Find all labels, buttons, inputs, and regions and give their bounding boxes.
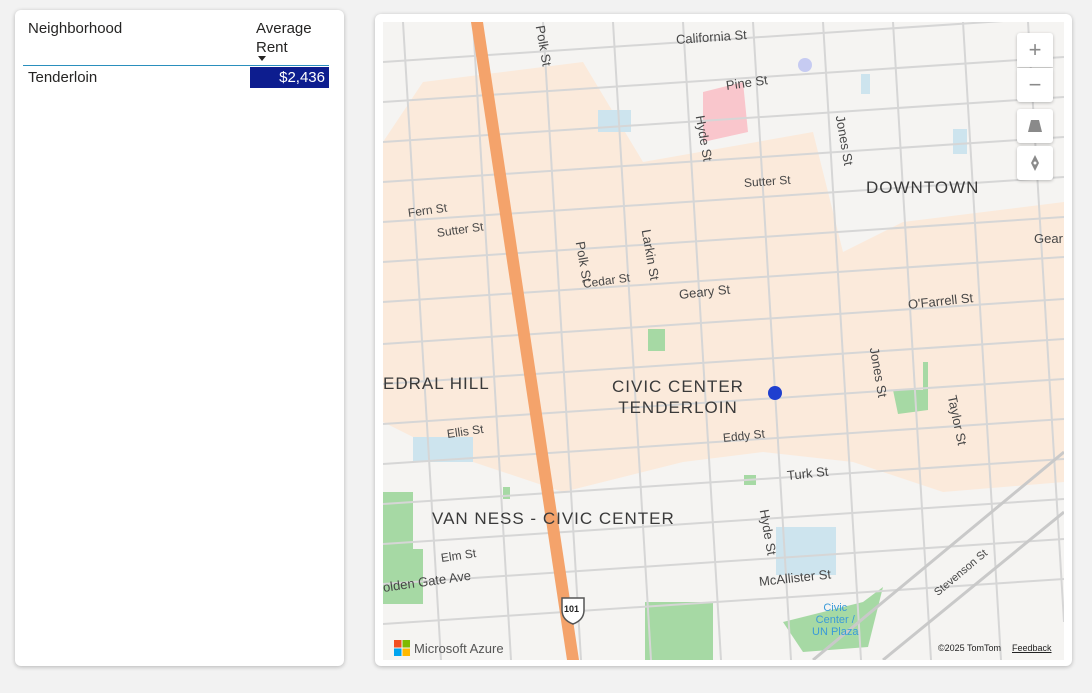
neighborhood-label: VAN NESS - CIVIC CENTER: [432, 509, 675, 528]
microsoft-azure-branding: Microsoft Azure: [394, 640, 504, 656]
table-cell-neighborhood[interactable]: Tenderloin: [28, 69, 97, 86]
copyright-text: ©2025 TomTom: [938, 643, 1001, 653]
pitch-icon: [1028, 120, 1042, 132]
column-header-average-rent[interactable]: Average Rent: [256, 19, 326, 57]
column-header-neighborhood[interactable]: Neighborhood: [28, 19, 122, 38]
plus-icon: +: [1028, 37, 1042, 62]
minus-icon: −: [1028, 72, 1042, 97]
neighborhood-label: CIVIC CENTER TENDERLOIN: [612, 377, 744, 417]
street-label: Gear: [1034, 231, 1063, 246]
header-divider: [23, 65, 329, 66]
feedback-link[interactable]: Feedback: [1012, 643, 1052, 653]
neighborhood-label: EDRAL HILL: [383, 374, 490, 393]
compass-icon: [1031, 155, 1039, 171]
poi-label[interactable]: Civic Center / UN Plaza: [812, 602, 858, 638]
branding-text: Microsoft Azure: [414, 640, 504, 656]
tenderloin-location-marker: [768, 386, 782, 400]
compass-button[interactable]: [1017, 146, 1053, 180]
pitch-toggle-button[interactable]: [1017, 109, 1053, 143]
zoom-in-button[interactable]: +: [1017, 33, 1053, 67]
faded-location-marker: [798, 58, 812, 72]
table-cell-average-rent[interactable]: $2,436: [250, 67, 329, 88]
zoom-out-button[interactable]: −: [1017, 68, 1053, 102]
highway-shield-label: 101: [564, 604, 580, 614]
table-visual: Neighborhood Average Rent Tenderloin $2,…: [15, 10, 344, 666]
neighborhood-label: DOWNTOWN: [866, 178, 980, 197]
sort-descending-icon[interactable]: [258, 56, 266, 61]
microsoft-logo-icon: [394, 640, 410, 656]
